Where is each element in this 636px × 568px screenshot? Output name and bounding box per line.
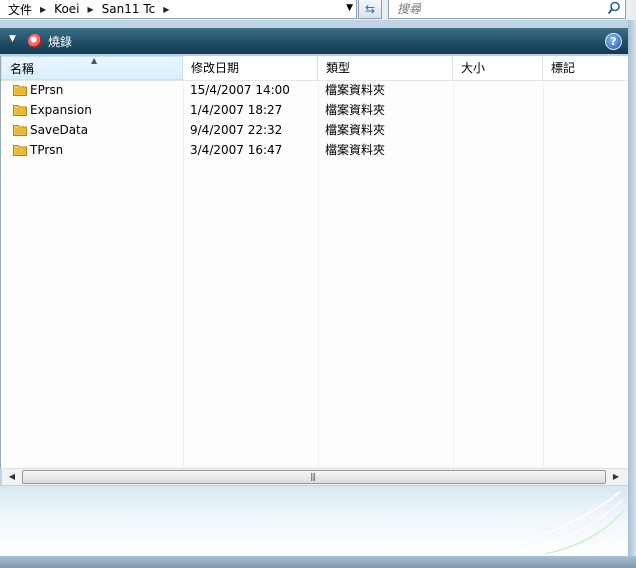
breadcrumb-san11[interactable]: San11 Tc xyxy=(102,2,156,16)
window-frame-right xyxy=(628,20,636,568)
chevron-right-icon[interactable]: ▶ xyxy=(40,5,46,14)
chevron-down-icon[interactable]: ▼ xyxy=(9,34,16,44)
table-row[interactable]: Expansion 1/4/2007 18:27 檔案資料夾 xyxy=(1,100,629,120)
folder-icon xyxy=(13,85,27,96)
file-type: 檔案資料夾 xyxy=(325,123,386,137)
column-header-label: 大小 xyxy=(461,61,486,75)
file-list: 名稱 ▲ 修改日期 類型 大小 標記 EPrsn 15/4/2007 14:00… xyxy=(0,56,629,468)
column-header-label: 修改日期 xyxy=(191,61,240,75)
file-type: 檔案資料夾 xyxy=(325,103,386,117)
horizontal-scrollbar[interactable]: ◀ ||| ▶ xyxy=(2,468,628,485)
refresh-icon: ⇆ xyxy=(364,2,376,16)
window-frame-bottom xyxy=(0,556,636,568)
scroll-left-button[interactable]: ◀ xyxy=(4,469,20,485)
folder-icon xyxy=(13,145,27,156)
chevron-down-icon[interactable]: ▼ xyxy=(346,3,353,13)
address-bar[interactable]: 文件 ▶ Koei ▶ San11 Tc ▶ ▼ xyxy=(0,0,357,19)
table-row[interactable]: SaveData 9/4/2007 22:32 檔案資料夾 xyxy=(1,120,629,140)
breadcrumb-documents[interactable]: 文件 xyxy=(8,1,32,18)
column-header-tags[interactable]: 標記 xyxy=(543,56,629,80)
file-name: Expansion xyxy=(30,103,92,117)
decorative-swoosh xyxy=(499,491,627,556)
search-box[interactable] xyxy=(388,0,626,19)
grip-icon: ||| xyxy=(310,472,316,481)
chevron-right-icon[interactable]: ▶ xyxy=(88,5,94,14)
burn-icon xyxy=(28,34,42,48)
chevron-right-icon[interactable]: ▶ xyxy=(163,5,169,14)
help-icon[interactable]: ? xyxy=(605,33,622,50)
column-header-size[interactable]: 大小 xyxy=(453,56,543,80)
table-row[interactable]: TPrsn 3/4/2007 16:47 檔案資料夾 xyxy=(1,140,629,160)
file-name: EPrsn xyxy=(30,83,64,97)
search-input[interactable] xyxy=(395,0,599,18)
details-pane xyxy=(0,486,628,556)
file-type: 檔案資料夾 xyxy=(325,83,386,97)
column-header-name[interactable]: 名稱 ▲ xyxy=(1,56,183,80)
file-name: SaveData xyxy=(30,123,89,137)
sort-up-icon: ▲ xyxy=(91,56,98,65)
navigation-bar: 文件 ▶ Koei ▶ San11 Tc ▶ ▼ ⇆ xyxy=(0,0,636,20)
file-date: 3/4/2007 16:47 xyxy=(190,143,283,157)
scrollbar-thumb[interactable]: ||| xyxy=(22,470,606,484)
file-date: 9/4/2007 22:32 xyxy=(190,123,283,137)
search-icon[interactable] xyxy=(607,1,621,15)
column-header-type[interactable]: 類型 xyxy=(318,56,453,80)
file-date: 15/4/2007 14:00 xyxy=(190,83,290,97)
column-header-date[interactable]: 修改日期 xyxy=(183,56,318,80)
burn-label: 燒錄 xyxy=(48,34,73,49)
burn-button[interactable]: 燒錄 xyxy=(28,32,72,50)
column-header-label: 名稱 xyxy=(10,62,35,76)
scroll-right-button[interactable]: ▶ xyxy=(608,469,624,485)
column-header-row: 名稱 ▲ 修改日期 類型 大小 標記 xyxy=(1,56,629,81)
file-name: TPrsn xyxy=(30,143,64,157)
column-header-label: 類型 xyxy=(326,61,351,75)
refresh-button[interactable]: ⇆ xyxy=(358,0,382,19)
table-row[interactable]: EPrsn 15/4/2007 14:00 檔案資料夾 xyxy=(1,80,629,100)
file-date: 1/4/2007 18:27 xyxy=(190,103,283,117)
folder-icon xyxy=(13,125,27,136)
folder-icon xyxy=(13,105,27,116)
file-type: 檔案資料夾 xyxy=(325,143,386,157)
breadcrumb-koei[interactable]: Koei xyxy=(54,2,79,16)
column-header-label: 標記 xyxy=(551,61,576,75)
